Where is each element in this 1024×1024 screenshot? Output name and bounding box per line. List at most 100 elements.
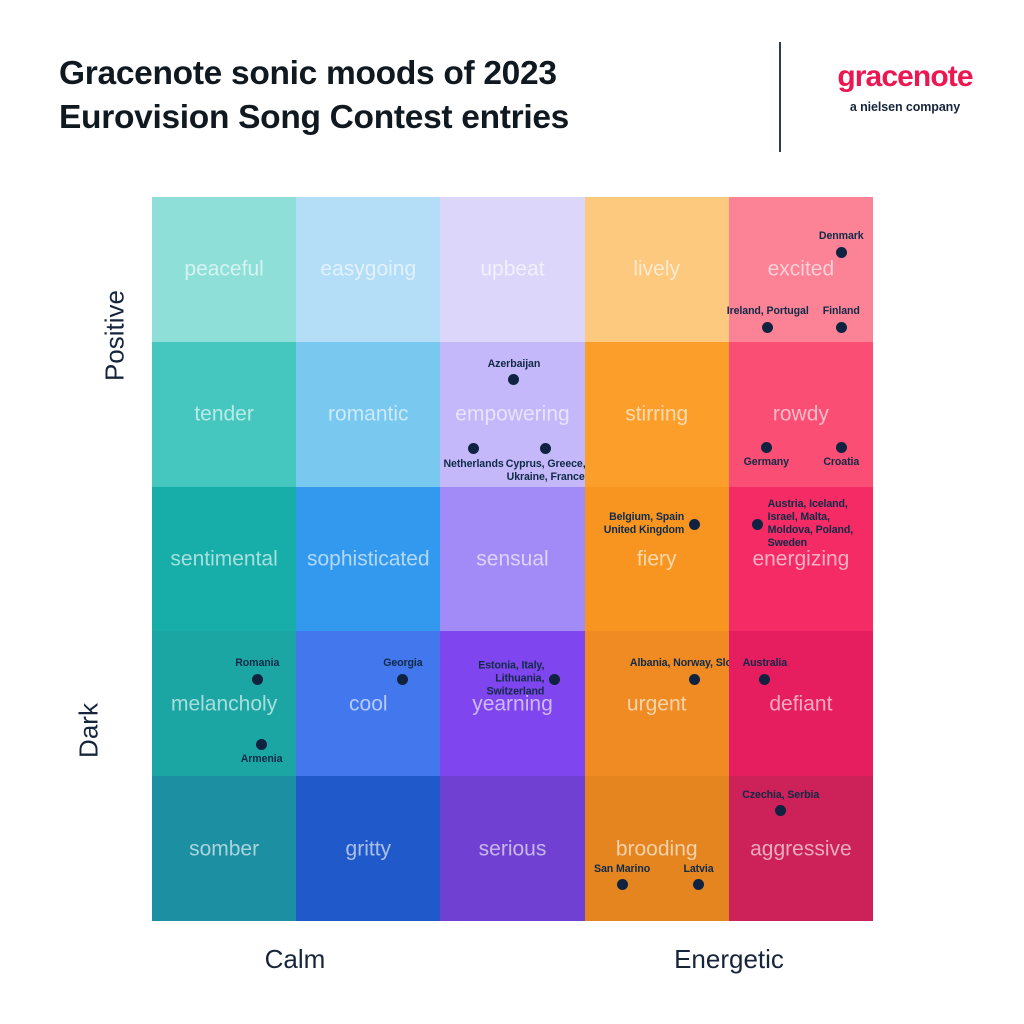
data-point-dot <box>759 673 771 685</box>
mood-cell-urgent: urgent Albania, Norway, Slovenia <box>584 631 759 777</box>
mood-cell-energizing: energizing Austria, Iceland, Israel, Malt… <box>728 486 873 632</box>
data-point-dot <box>752 518 764 530</box>
gracenote-logo: gracenote a nielsen company <box>830 62 980 114</box>
mood-label: upbeat <box>480 257 545 281</box>
data-point-dot <box>548 673 560 685</box>
mood-cell-cool: cool Georgia <box>296 631 441 777</box>
data-point-dot <box>256 738 268 750</box>
mood-cell-lively: lively <box>584 197 729 342</box>
mood-cell-romantic: romantic <box>296 341 441 487</box>
mood-cell-serious: serious <box>440 776 585 921</box>
page-title: Gracenote sonic moods of 2023 Eurovision… <box>59 52 759 140</box>
mood-cell-upbeat: upbeat <box>440 197 585 342</box>
mood-label: melancholy <box>170 692 278 716</box>
country-label: Belgium, Spain United Kingdom <box>603 511 685 537</box>
mood-cell-defiant: defiant Australia <box>728 631 873 777</box>
mood-cell-melancholy: melancholy Romania Armenia <box>152 631 297 777</box>
country-label: Denmark <box>818 230 864 243</box>
data-point-dot <box>616 879 628 891</box>
mood-cell-stirring: stirring <box>584 341 729 487</box>
data-point-dot <box>835 246 847 258</box>
country-label: Netherlands <box>443 457 504 470</box>
mood-label: sentimental <box>170 547 278 571</box>
country-label: Azerbaijan <box>487 357 541 370</box>
mood-cell-excited: excited Denmark Ireland, Portugal Finland <box>726 197 873 342</box>
mood-label: easygoing <box>320 257 417 281</box>
country-label: Romania <box>235 657 280 670</box>
country-label: Finland <box>822 305 860 318</box>
mood-label: peaceful <box>184 257 264 281</box>
country-label: San Marino <box>594 862 651 875</box>
mood-label: defiant <box>769 692 833 716</box>
data-point-dot <box>688 518 700 530</box>
country-label: Germany <box>743 456 789 469</box>
country-label: Cyprus, Greece, Ukraine, France <box>505 457 586 483</box>
y-axis-label-positive: Positive <box>99 289 130 382</box>
country-label: Australia <box>742 657 788 670</box>
country-label: Ireland, Portugal <box>726 305 809 318</box>
mood-label: romantic <box>328 402 409 426</box>
mood-label: rowdy <box>772 402 829 426</box>
country-label: Armenia <box>240 753 283 766</box>
x-axis-label-energetic: Energetic <box>674 944 784 974</box>
mood-cell-fiery: fiery Belgium, Spain United Kingdom <box>584 486 729 632</box>
mood-label: lively <box>633 257 681 281</box>
logo-tagline: a nielsen company <box>849 100 961 114</box>
title-line-2: Eurovision Song Contest entries <box>59 99 570 137</box>
country-label: Estonia, Italy, Lithuania, Switzerland <box>478 659 545 698</box>
country-label: Austria, Iceland, Israel, Malta, Moldova… <box>767 498 854 550</box>
mood-label: gritty <box>345 837 392 861</box>
country-label: Latvia <box>683 862 714 875</box>
mood-label: urgent <box>626 692 687 716</box>
mood-label: serious <box>478 837 547 861</box>
data-point-dot <box>760 441 772 453</box>
mood-label: stirring <box>625 402 689 426</box>
x-axis-label-calm: Calm <box>264 944 326 974</box>
mood-grid: peaceful easygoing upbeat lively excited Denm… <box>152 197 873 921</box>
title-line-1: Gracenote sonic moods of 2023 <box>59 55 557 92</box>
mood-label: aggressive <box>750 837 852 861</box>
data-point-dot <box>688 673 700 685</box>
mood-cell-somber: somber <box>152 776 297 921</box>
mood-label: somber <box>189 837 260 861</box>
mood-cell-yearning: yearning Estonia, Italy, Lithuania, Switz… <box>440 631 585 777</box>
mood-cell-sophisticated: sophisticated <box>296 486 441 632</box>
header-divider <box>779 42 781 152</box>
data-point-dot <box>775 805 787 817</box>
mood-label: fiery <box>636 547 677 571</box>
mood-cell-aggressive: aggressive Czechia, Serbia <box>728 776 873 921</box>
mood-label: tender <box>194 402 254 426</box>
data-point-dot <box>468 443 480 455</box>
mood-label: sophisticated <box>307 547 430 571</box>
data-point-dot <box>762 321 774 333</box>
mood-cell-brooding: brooding San Marino Latvia <box>584 776 729 921</box>
mood-cell-gritty: gritty <box>296 776 441 921</box>
mood-label: brooding <box>615 837 698 861</box>
country-label: Croatia <box>823 456 860 469</box>
mood-cell-sentimental: sentimental <box>152 486 297 632</box>
mood-cell-sensual: sensual <box>440 486 585 632</box>
country-label: Georgia <box>383 657 423 670</box>
y-axis-label-dark: Dark <box>73 703 104 758</box>
mood-cell-easygoing: easygoing <box>296 197 441 342</box>
data-point-dot <box>693 879 704 891</box>
data-point-dot <box>835 441 847 453</box>
data-point-dot <box>397 673 409 685</box>
mood-cell-rowdy: rowdy Germany Croatia <box>728 341 873 487</box>
mood-label: excited <box>767 257 835 281</box>
mood-label: sensual <box>476 547 549 571</box>
country-label: Czechia, Serbia <box>742 789 820 802</box>
mood-cell-peaceful: peaceful <box>152 197 297 342</box>
data-point-dot <box>508 373 520 385</box>
mood-label: cool <box>349 692 388 716</box>
header: Gracenote sonic moods of 2023 Eurovision… <box>0 0 1024 180</box>
logo-wordmark: gracenote <box>837 60 973 93</box>
mood-cell-tender: tender <box>152 341 297 487</box>
data-point-dot <box>251 673 263 685</box>
mood-cell-empowering: empowering Azerbaijan Netherlands Cyprus, G… <box>440 341 586 487</box>
data-point-dot <box>835 321 847 333</box>
data-point-dot <box>540 443 552 455</box>
infographic-page: Gracenote sonic moods of 2023 Eurovision… <box>0 0 1024 1024</box>
mood-label: empowering <box>455 402 570 426</box>
mood-label: energizing <box>752 547 850 571</box>
